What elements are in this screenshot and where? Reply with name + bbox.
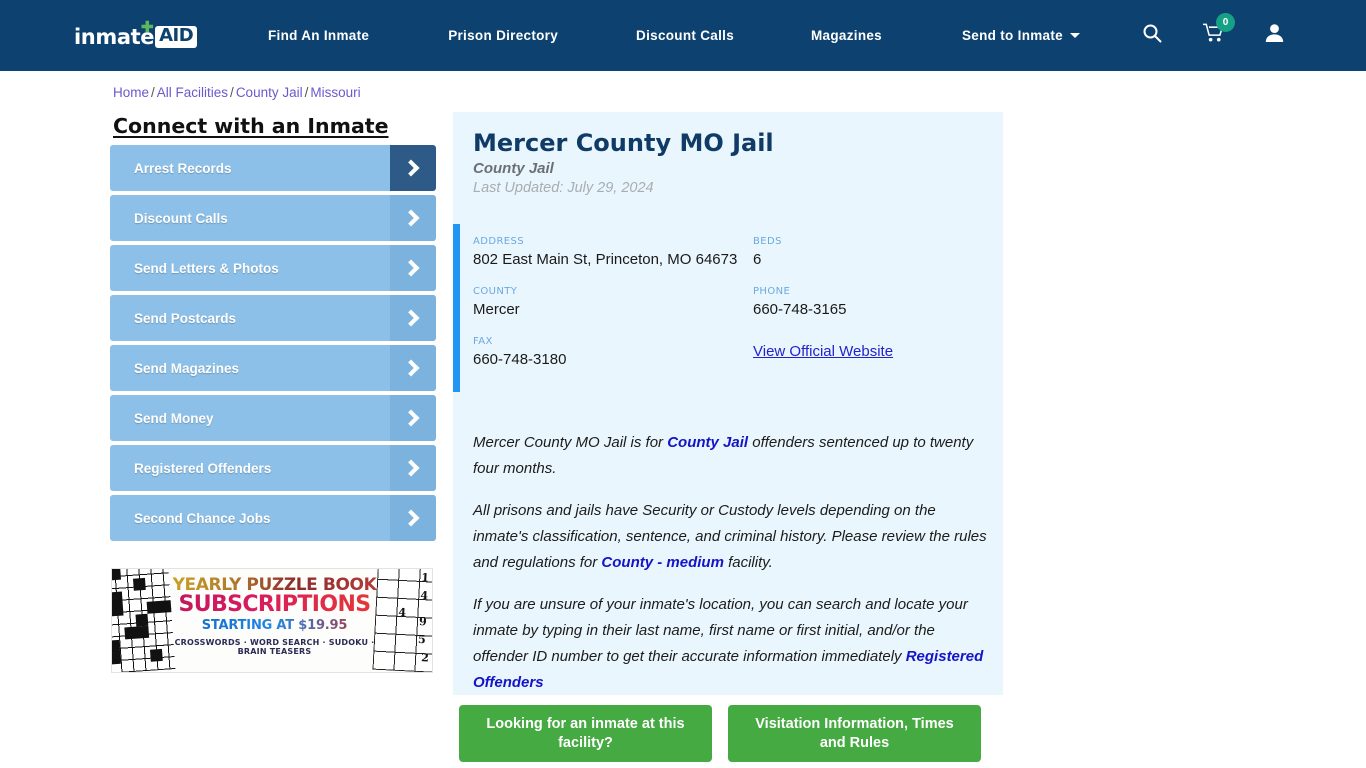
nav-item-magazines[interactable]: Magazines	[811, 28, 882, 43]
sidebar-item-send-magazines[interactable]: Send Magazines	[110, 345, 436, 391]
sudoku-number: 2	[420, 651, 430, 665]
page-title: Mercer County MO Jail	[473, 129, 774, 157]
detail-label: FAX	[473, 336, 493, 347]
facility-description: Mercer County MO Jail is for County Jail…	[473, 430, 988, 696]
search-icon[interactable]	[1142, 23, 1162, 48]
visitation-information-button[interactable]: Visitation Information, Times and Rules	[728, 705, 981, 762]
header-icon-group: 0	[1142, 0, 1366, 71]
sudoku-number: 9	[418, 614, 428, 629]
sudoku-number: 1	[420, 571, 430, 585]
breadcrumb-separator: /	[151, 85, 155, 100]
user-account-icon[interactable]	[1265, 23, 1284, 48]
sidebar-item-label: Second Chance Jobs	[134, 510, 271, 526]
desc-p1-highlight: County Jail	[667, 434, 749, 451]
chevron-right-icon	[390, 195, 436, 241]
view-official-website-link[interactable]: View Official Website	[753, 343, 893, 360]
site-header: inmate ✚ AID Find An Inmate Prison Direc…	[0, 0, 1366, 71]
accent-bar	[453, 224, 460, 392]
sidebar-item-send-money[interactable]: Send Money	[110, 395, 436, 441]
detail-fax: FAX 660-748-3180	[473, 336, 753, 370]
desc-p2-highlight: County - medium	[601, 554, 724, 571]
description-paragraph-1: Mercer County MO Jail is for County Jail…	[473, 430, 988, 482]
nav-item-discount-calls[interactable]: Discount Calls	[636, 28, 734, 43]
sidebar-item-second-chance-jobs[interactable]: Second Chance Jobs	[110, 495, 436, 541]
desc-p3-text-a: If you are unsure of your inmate's locat…	[473, 596, 968, 665]
sudoku-grid-graphic: 1 4 4 9 5 2	[372, 569, 432, 672]
sidebar-item-label: Send Postcards	[134, 310, 237, 326]
nav-item-prison-directory[interactable]: Prison Directory	[448, 28, 558, 43]
sidebar-item-label: Send Money	[134, 410, 214, 426]
detail-label: BEDS	[753, 236, 782, 247]
sidebar-item-label: Registered Offenders	[134, 460, 272, 476]
detail-beds: BEDS 6	[753, 236, 985, 270]
detail-value: 6	[753, 251, 762, 268]
logo-aid-badge: AID	[155, 26, 198, 48]
chevron-right-icon	[390, 445, 436, 491]
breadcrumb-separator: /	[230, 85, 234, 100]
detail-label: COUNTY	[473, 286, 518, 297]
sidebar-item-registered-offenders[interactable]: Registered Offenders	[110, 445, 436, 491]
chevron-right-icon	[390, 345, 436, 391]
breadcrumb: Home / All Facilities / County Jail / Missouri	[113, 85, 361, 100]
facility-info-panel: Mercer County MO Jail County Jail Last U…	[453, 112, 1003, 695]
chevron-right-icon	[390, 495, 436, 541]
cta-button-row: Looking for an inmate at this facility? …	[459, 705, 1004, 762]
chevron-right-icon	[390, 145, 436, 191]
sidebar-item-discount-calls[interactable]: Discount Calls	[110, 195, 436, 241]
ad-category-line: CROSSWORDS · WORD SEARCH · SUDOKU · BRAI…	[174, 638, 375, 656]
chevron-right-icon	[390, 245, 436, 291]
sidebar-item-label: Send Letters & Photos	[134, 260, 279, 276]
plus-icon: ✚	[141, 19, 154, 36]
detail-value: 660-748-3165	[753, 301, 847, 318]
detail-address: ADDRESS 802 East Main St, Princeton, MO …	[473, 236, 753, 270]
chevron-right-icon	[390, 295, 436, 341]
facility-details-grid: ADDRESS 802 East Main St, Princeton, MO …	[473, 236, 985, 386]
chevron-right-icon	[390, 395, 436, 441]
sudoku-number: 5	[417, 632, 427, 647]
shopping-cart-icon[interactable]: 0	[1203, 13, 1235, 48]
ad-text-block: YEARLY PUZZLE BOOK SUBSCRIPTIONS STARTIN…	[172, 575, 377, 656]
sudoku-number: 4	[420, 588, 429, 603]
breadcrumb-item-all-facilities[interactable]: All Facilities	[157, 85, 228, 100]
ad-subheadline: SUBSCRIPTIONS	[172, 592, 377, 617]
last-updated-text: Last Updated: July 29, 2024	[473, 180, 654, 196]
sidebar-menu: Arrest Records Discount Calls Send Lette…	[110, 145, 436, 545]
nav-item-find-an-inmate[interactable]: Find An Inmate	[268, 28, 369, 43]
puzzle-book-ad-banner[interactable]: 1 4 4 9 5 2 YEARLY PUZZLE BOOK SUBSCRIPT…	[111, 568, 433, 673]
sidebar-item-send-letters-photos[interactable]: Send Letters & Photos	[110, 245, 436, 291]
detail-value: 802 East Main St, Princeton, MO 64673	[473, 251, 738, 268]
nav-item-send-to-inmate-label: Send to Inmate	[962, 28, 1063, 43]
ad-price-line: STARTING AT $19.95	[172, 618, 377, 633]
cart-count-badge: 0	[1216, 13, 1235, 32]
sidebar-item-label: Arrest Records	[134, 160, 232, 176]
site-logo[interactable]: inmate ✚ AID	[74, 20, 198, 50]
facility-type: County Jail	[473, 160, 554, 177]
sidebar-item-label: Send Magazines	[134, 360, 240, 376]
chevron-down-icon	[1069, 33, 1080, 38]
description-paragraph-3: If you are unsure of your inmate's locat…	[473, 592, 988, 696]
breadcrumb-separator: /	[304, 85, 309, 100]
crossword-grid-graphic	[112, 569, 176, 672]
sidebar-title: Connect with an Inmate	[113, 114, 389, 138]
detail-value: 660-748-3180	[473, 351, 567, 368]
sudoku-number: 4	[398, 605, 407, 620]
sidebar-item-send-postcards[interactable]: Send Postcards	[110, 295, 436, 341]
desc-p2-text-b: facility.	[723, 554, 773, 571]
detail-label: PHONE	[753, 286, 791, 297]
breadcrumb-item-county-jail[interactable]: County Jail	[236, 85, 303, 100]
detail-label: ADDRESS	[473, 236, 525, 247]
desc-p1-text-a: Mercer County MO Jail is for	[473, 434, 668, 451]
description-paragraph-2: All prisons and jails have Security or C…	[473, 498, 988, 576]
detail-county: COUNTY Mercer	[473, 286, 753, 320]
detail-phone: PHONE 660-748-3165	[753, 286, 985, 320]
main-navigation: Find An Inmate Prison Directory Discount…	[268, 0, 1080, 71]
sidebar-item-arrest-records[interactable]: Arrest Records	[110, 145, 436, 191]
detail-value: Mercer	[473, 301, 520, 318]
breadcrumb-item-missouri[interactable]: Missouri	[310, 85, 360, 100]
looking-for-inmate-button[interactable]: Looking for an inmate at this facility?	[459, 705, 712, 762]
breadcrumb-item-home[interactable]: Home	[113, 85, 149, 100]
sidebar-item-label: Discount Calls	[134, 210, 228, 226]
official-website-cell: View Official Website	[753, 336, 985, 370]
nav-item-send-to-inmate[interactable]: Send to Inmate	[962, 28, 1080, 43]
